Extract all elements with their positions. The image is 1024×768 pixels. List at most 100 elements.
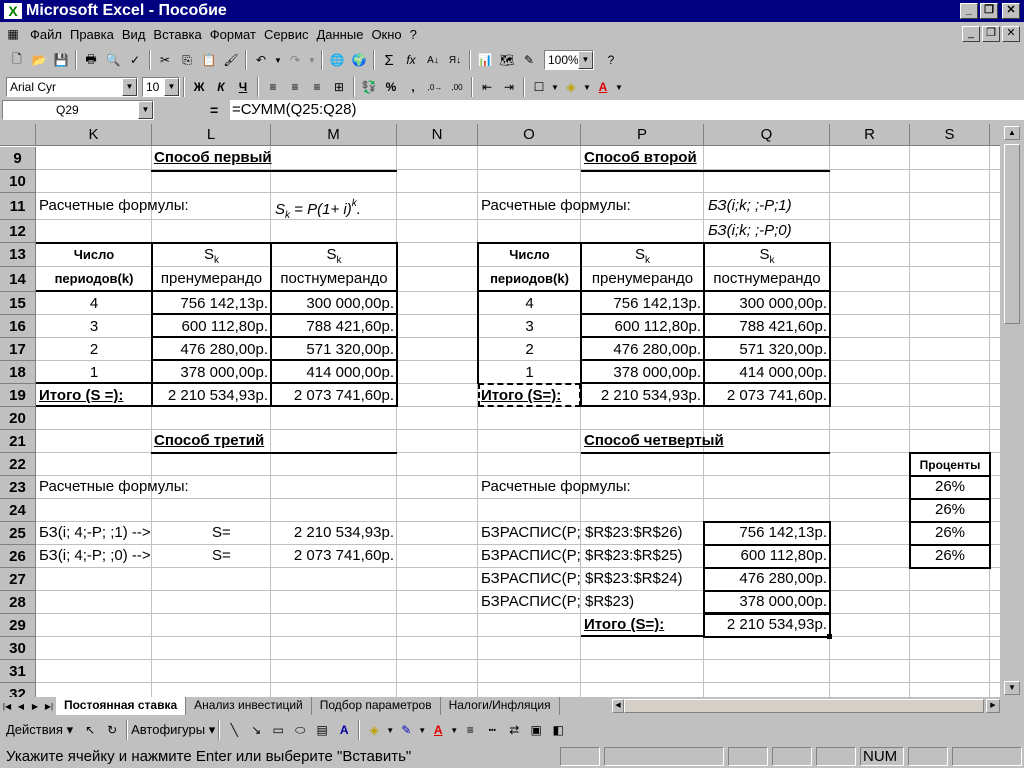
method-3-title[interactable]: Способ третий — [154, 430, 264, 452]
column-header-n[interactable]: N — [397, 124, 478, 146]
copy-icon[interactable]: ⎘ — [176, 49, 198, 71]
header-postnumerando[interactable]: постнумерандо — [271, 268, 397, 290]
free-rotate-icon[interactable]: ↻ — [101, 719, 123, 741]
row-header[interactable]: 24 — [0, 499, 36, 522]
shadow-icon[interactable]: ▣ — [525, 719, 547, 741]
office-assistant-icon[interactable]: ? — [600, 49, 622, 71]
chevron-down-icon[interactable]: ▼ — [417, 719, 427, 741]
table-cell-post[interactable]: 571 320,00р. — [704, 339, 827, 361]
font-size-select[interactable]: 10 ▼ — [142, 77, 180, 97]
dash-style-icon[interactable]: ┅ — [481, 719, 503, 741]
table-cell-k[interactable]: 4 — [478, 293, 581, 315]
zoom-select[interactable]: 100% ▼ — [544, 50, 594, 70]
header-number[interactable]: Число — [37, 244, 151, 266]
comma-style-icon[interactable]: , — [402, 76, 424, 98]
vertical-scrollbar[interactable]: ▲ ▼ — [1000, 124, 1024, 697]
chevron-down-icon[interactable]: ▼ — [578, 51, 593, 69]
row-header[interactable]: 27 — [0, 568, 36, 591]
scroll-thumb[interactable] — [1004, 144, 1020, 324]
bz-formula-text[interactable]: БЗ(i; 4;-P; ;1) --> — [39, 522, 151, 544]
restore-button[interactable]: ❐ — [980, 3, 998, 19]
wordart-icon[interactable]: A — [333, 719, 355, 741]
doc-close-button[interactable]: ✕ — [1002, 26, 1020, 42]
open-icon[interactable]: 📂 — [28, 49, 50, 71]
minimize-button[interactable]: _ — [960, 3, 978, 19]
tab-taxes-inflation[interactable]: Налоги/Инфляция — [441, 697, 560, 715]
header-periods[interactable]: периодов(k) — [478, 268, 581, 290]
increase-decimal-icon[interactable]: ,0→ — [424, 76, 446, 98]
menu-tools[interactable]: Сервис — [260, 27, 313, 42]
menu-view[interactable]: Вид — [118, 27, 150, 42]
row-header[interactable]: 16 — [0, 315, 36, 338]
total-post[interactable]: 2 073 741,60р. — [704, 385, 827, 407]
align-right-icon[interactable]: ≡ — [306, 76, 328, 98]
table-cell-pre[interactable]: 378 000,00р. — [152, 362, 268, 384]
hscroll-right-icon[interactable]: ▶ — [986, 699, 1000, 713]
increase-indent-icon[interactable]: ⇥ — [498, 76, 520, 98]
oval-icon[interactable]: ⬭ — [289, 719, 311, 741]
name-box[interactable]: Q29 ▼ — [2, 100, 154, 120]
fill-color-icon[interactable]: ◈ — [560, 76, 582, 98]
currency-icon[interactable]: 💱 — [358, 76, 380, 98]
tab-goal-seek[interactable]: Подбор параметров — [312, 697, 441, 715]
column-header-p[interactable]: P — [581, 124, 704, 146]
bz-formula-pre[interactable]: БЗ(i;k; ;-P;1) — [708, 195, 792, 217]
table-cell-k[interactable]: 4 — [37, 293, 151, 315]
bzraspis-formula[interactable]: БЗРАСПИС(P; $R$23:$R$25) — [481, 545, 683, 567]
worksheet-grid[interactable]: K L M N O P Q R S 9 10 11 12 13 14 15 16… — [0, 124, 1000, 697]
menu-help[interactable]: ? — [406, 27, 421, 42]
column-header-s[interactable]: S — [910, 124, 990, 146]
actions-menu[interactable]: Действия ▾ — [6, 722, 73, 738]
autosum-icon[interactable]: Σ — [378, 49, 400, 71]
decrease-indent-icon[interactable]: ⇤ — [476, 76, 498, 98]
chart-wizard-icon[interactable]: 📊 — [474, 49, 496, 71]
menu-format[interactable]: Формат — [206, 27, 260, 42]
arrow-icon[interactable]: ↘ — [245, 719, 267, 741]
bz-formula-text[interactable]: БЗ(i; 4;-P; ;0) --> — [39, 545, 151, 567]
font-color-icon[interactable]: A — [427, 719, 449, 741]
row-header[interactable]: 32 — [0, 683, 36, 697]
redo-dropdown-icon[interactable]: ▼ — [306, 49, 318, 71]
row-header[interactable]: 31 — [0, 660, 36, 683]
header-number[interactable]: Число — [478, 244, 581, 266]
column-header-o[interactable]: O — [478, 124, 581, 146]
scroll-down-icon[interactable]: ▼ — [1004, 681, 1020, 695]
header-sk[interactable]: Sk — [704, 244, 830, 266]
borders-icon[interactable]: ☐ — [528, 76, 550, 98]
calc-formulas-label[interactable]: Расчетные формулы: — [481, 476, 631, 498]
hscroll-left-icon[interactable]: ◀ — [612, 699, 624, 713]
percent-header[interactable]: Проценты — [911, 454, 989, 476]
method-3-value[interactable]: 2 073 741,60р. — [271, 545, 394, 567]
table-cell-k[interactable]: 2 — [478, 339, 581, 361]
chevron-down-icon[interactable]: ▼ — [449, 719, 459, 741]
close-button[interactable]: ✕ — [1002, 3, 1020, 19]
chevron-down-icon[interactable]: ▼ — [614, 76, 624, 98]
table-cell-pre[interactable]: 756 142,13р. — [152, 293, 268, 315]
column-header-m[interactable]: M — [271, 124, 397, 146]
text-box-icon[interactable]: ▤ — [311, 719, 333, 741]
table-cell-post[interactable]: 788 421,60р. — [271, 316, 394, 338]
save-icon[interactable]: 💾 — [50, 49, 72, 71]
font-select[interactable]: Arial Cyr ▼ — [6, 77, 138, 97]
font-color-icon[interactable]: A — [592, 76, 614, 98]
column-header-k[interactable]: K — [36, 124, 152, 146]
autoshapes-menu[interactable]: Автофигуры ▾ — [131, 722, 215, 738]
table-cell-pre[interactable]: 476 280,00р. — [152, 339, 268, 361]
table-cell-post[interactable]: 300 000,00р. — [271, 293, 394, 315]
italic-icon[interactable]: К — [210, 76, 232, 98]
row-header[interactable]: 9 — [0, 147, 36, 170]
line-style-icon[interactable]: ≡ — [459, 719, 481, 741]
total-label[interactable]: Итого (S =): — [39, 385, 123, 407]
menu-window[interactable]: Окно — [367, 27, 405, 42]
next-sheet-icon[interactable]: ▶ — [28, 698, 42, 714]
map-icon[interactable]: 🗺 — [496, 49, 518, 71]
line-icon[interactable]: ╲ — [223, 719, 245, 741]
decrease-decimal-icon[interactable]: ,00 — [446, 76, 468, 98]
header-prenumerando[interactable]: пренумерандо — [152, 268, 271, 290]
formula-sk-expression[interactable]: Sk = P(1+ i)k. — [275, 195, 361, 221]
scroll-up-icon[interactable]: ▲ — [1004, 126, 1020, 140]
s-equals-label[interactable]: S= — [212, 545, 231, 567]
underline-icon[interactable]: Ч — [232, 76, 254, 98]
header-postnumerando[interactable]: постнумерандо — [704, 268, 830, 290]
total-post[interactable]: 2 073 741,60р. — [271, 385, 394, 407]
